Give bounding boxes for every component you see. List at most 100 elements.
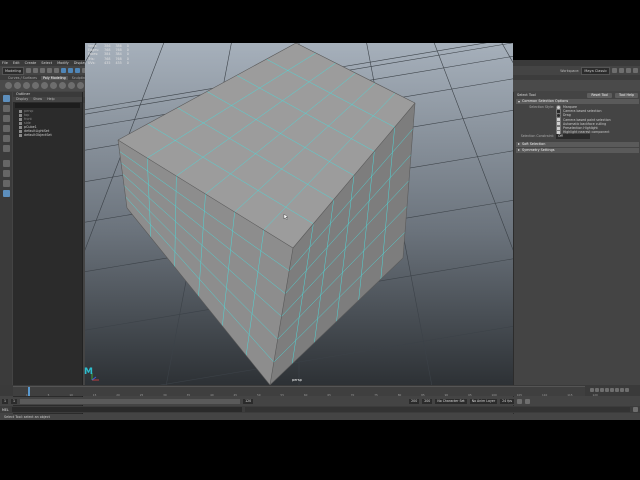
outliner-node-icon bbox=[19, 133, 22, 137]
command-input[interactable] bbox=[11, 407, 242, 412]
step-forward-frame-icon[interactable] bbox=[615, 388, 619, 392]
workspace-label: Workspace: bbox=[560, 68, 580, 73]
menu-item[interactable]: Create bbox=[25, 61, 37, 65]
menu-item[interactable]: File bbox=[2, 61, 8, 65]
save-scene-icon[interactable] bbox=[39, 68, 45, 73]
step-back-frame-icon[interactable] bbox=[600, 388, 604, 392]
persp-outliner-layout-icon[interactable] bbox=[2, 180, 10, 187]
help-line: Select Tool: select an object bbox=[0, 414, 640, 420]
outliner-list: persp top front side pCube1 defaultLightSet de… bbox=[13, 109, 82, 137]
outliner-item-label: defaultObjectSet bbox=[24, 133, 52, 137]
time-slider[interactable]: 1 5 10 15 20 25 30 35 40 45 50 55 60 65 70 75 80 85 90 95 10… bbox=[0, 385, 640, 397]
character-set-dropdown[interactable]: No Character Set bbox=[435, 398, 467, 404]
channel-box-toggle-icon[interactable] bbox=[633, 68, 638, 73]
poly-cone-icon[interactable] bbox=[32, 82, 39, 89]
tool-settings-header: Select Tool Reset Tool Tool Help bbox=[514, 92, 640, 98]
poly-cube-icon[interactable] bbox=[14, 82, 21, 89]
range-slider: 1 1 120 200 200 No Character Set No Anim… bbox=[0, 397, 640, 405]
end-frame-field[interactable]: 200 bbox=[409, 398, 420, 404]
four-view-layout-icon[interactable] bbox=[2, 170, 10, 177]
poly-count-hud: Verts: 386 386 0 Edges: 768 768 0 Faces: 384 384 0 T… bbox=[88, 44, 134, 65]
outliner-panel: Outliner Display Show Help persp top front si… bbox=[13, 92, 83, 414]
playback-start-field[interactable]: 1 bbox=[11, 398, 18, 404]
single-view-layout-icon[interactable] bbox=[2, 160, 10, 167]
mode-dropdown[interactable]: Modeling bbox=[2, 66, 24, 75]
select-hierarchy-icon[interactable] bbox=[60, 68, 66, 73]
shelf-tab[interactable]: Curves / Surfaces bbox=[8, 76, 37, 80]
reset-tool-button[interactable]: Reset Tool bbox=[587, 92, 613, 98]
workspace-dropdown[interactable]: Maya Classic bbox=[581, 66, 610, 75]
symmetry-settings-section[interactable]: Symmetry Settings bbox=[516, 147, 639, 153]
outliner-item[interactable]: defaultObjectSet bbox=[13, 133, 82, 137]
undo-icon[interactable] bbox=[46, 68, 52, 73]
menu-item[interactable]: Modify bbox=[57, 61, 69, 65]
redo-icon[interactable] bbox=[53, 68, 59, 73]
poly-sphere-icon[interactable] bbox=[5, 82, 12, 89]
hud-cell: 435 bbox=[115, 60, 122, 65]
anim-layer-dropdown[interactable]: No Anim Layer bbox=[469, 398, 498, 404]
maya-logo-icon: M bbox=[84, 367, 93, 377]
selection-constraint-dropdown[interactable]: Off bbox=[556, 133, 590, 139]
open-scene-icon[interactable] bbox=[32, 68, 38, 73]
anim-prefs-icon[interactable] bbox=[525, 398, 531, 404]
go-to-start-icon[interactable] bbox=[590, 388, 594, 392]
time-slider-track[interactable]: 1 5 10 15 20 25 30 35 40 45 50 55 60 65 70 75 80 85 90 95 10… bbox=[13, 386, 598, 397]
step-forward-key-icon[interactable] bbox=[620, 388, 624, 392]
playback-controls bbox=[590, 388, 629, 392]
hud-cell: 0 bbox=[126, 60, 129, 65]
poly-cylinder-icon[interactable] bbox=[23, 82, 30, 89]
select-tool-icon[interactable] bbox=[2, 95, 10, 102]
select-component-icon[interactable] bbox=[74, 68, 80, 73]
anim-end-field[interactable]: 200 bbox=[422, 398, 433, 404]
selection-constraint-row: Selection Constraint: Off bbox=[514, 133, 640, 139]
shelf-tab[interactable]: Poly Modeling bbox=[40, 75, 68, 80]
perspective-viewport[interactable] bbox=[85, 43, 513, 385]
menu-item[interactable]: Select bbox=[41, 61, 52, 65]
outliner-search-input[interactable] bbox=[15, 103, 80, 108]
rotate-tool-icon[interactable] bbox=[2, 135, 10, 142]
outliner-node-icon bbox=[19, 109, 22, 113]
poly-plane-icon[interactable] bbox=[50, 82, 57, 89]
selection-style-label: Selection Style: bbox=[529, 105, 554, 109]
lasso-tool-icon[interactable] bbox=[2, 105, 10, 112]
soft-selection-section[interactable]: Soft Selection bbox=[516, 141, 639, 147]
scale-tool-icon[interactable] bbox=[2, 145, 10, 152]
selection-constraint-label: Selection Constraint: bbox=[520, 134, 554, 139]
poly-platonic-icon[interactable] bbox=[68, 82, 75, 89]
modeling-toolkit-icon[interactable] bbox=[612, 68, 617, 73]
tool-settings-panel: Select Tool Reset Tool Tool Help Common … bbox=[513, 92, 640, 420]
hud-cell: UVs: bbox=[88, 60, 96, 65]
menu-item[interactable]: Edit bbox=[13, 61, 20, 65]
paint-select-tool-icon[interactable] bbox=[2, 115, 10, 122]
outliner-menu-item[interactable]: Help bbox=[47, 97, 55, 102]
outliner-layout-icon[interactable] bbox=[2, 190, 10, 197]
hud-row: UVs: 435 435 0 bbox=[88, 61, 134, 65]
go-to-end-icon[interactable] bbox=[625, 388, 629, 392]
auto-key-icon[interactable] bbox=[517, 398, 523, 404]
poly-disc-icon[interactable] bbox=[59, 82, 66, 89]
play-backwards-icon[interactable] bbox=[605, 388, 609, 392]
script-editor-icon[interactable] bbox=[633, 407, 638, 412]
new-scene-icon[interactable] bbox=[25, 68, 31, 73]
tool-help-button[interactable]: Tool Help bbox=[615, 92, 638, 98]
outliner-node-icon bbox=[19, 129, 22, 133]
playback-end-field[interactable]: 120 bbox=[243, 398, 254, 404]
common-selection-section[interactable]: Common Selection Options bbox=[516, 99, 639, 104]
outliner-menu-item[interactable]: Display bbox=[16, 97, 28, 102]
outliner-menu-item[interactable]: Show bbox=[33, 97, 42, 102]
range-slider-bar[interactable] bbox=[20, 398, 241, 404]
tool-settings-toggle-icon[interactable] bbox=[626, 68, 631, 73]
fps-dropdown[interactable]: 24 fps bbox=[500, 398, 515, 404]
select-object-icon[interactable] bbox=[67, 68, 73, 73]
toolbox bbox=[0, 92, 12, 388]
svg-object-icon[interactable] bbox=[77, 82, 84, 89]
outliner-node-icon bbox=[19, 125, 22, 129]
move-tool-icon[interactable] bbox=[2, 125, 10, 132]
start-frame-field[interactable]: 1 bbox=[2, 398, 9, 404]
attribute-editor-toggle-icon[interactable] bbox=[619, 68, 624, 73]
poly-torus-icon[interactable] bbox=[41, 82, 48, 89]
play-forwards-icon[interactable] bbox=[610, 388, 614, 392]
step-back-key-icon[interactable] bbox=[595, 388, 599, 392]
outliner-node-icon bbox=[19, 121, 22, 125]
mel-label[interactable]: MEL bbox=[2, 408, 9, 412]
